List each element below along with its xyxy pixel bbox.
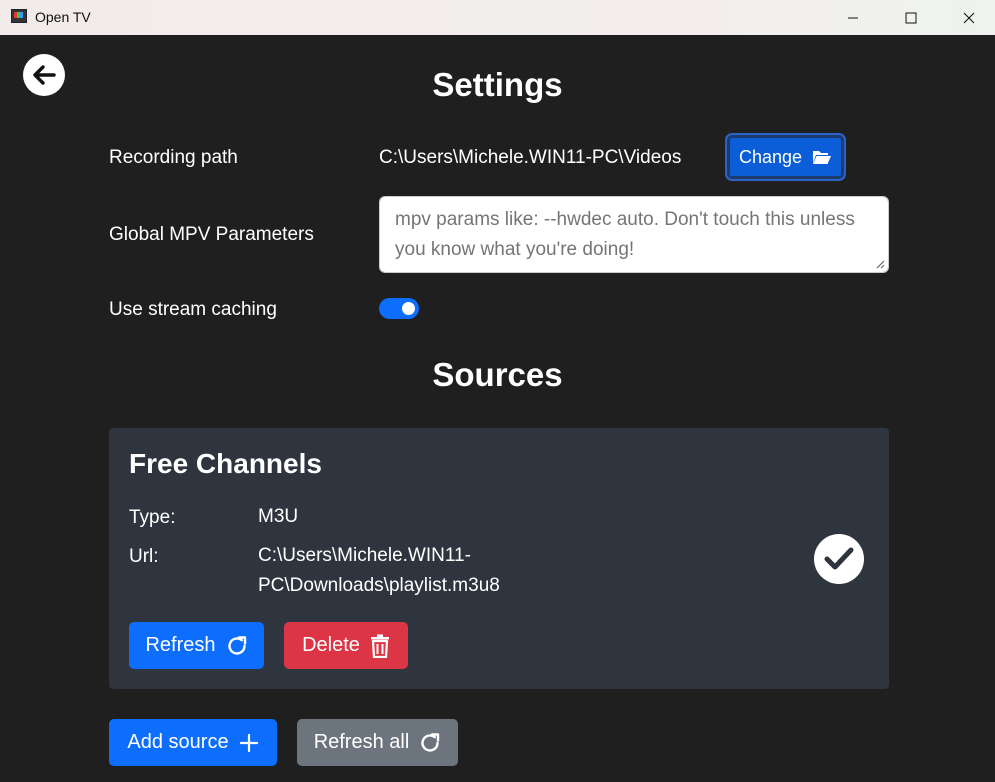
refresh-all-label: Refresh all (313, 731, 410, 753)
app-tv-icon (11, 9, 27, 23)
close-button[interactable] (940, 0, 995, 35)
source-url-label: Url: (129, 546, 159, 567)
recording-path-value: C:\Users\Michele.WIN11-PC\Videos (379, 147, 682, 168)
trash-icon (370, 634, 389, 658)
resize-grip-icon[interactable] (875, 259, 885, 269)
settings-heading: Settings (432, 66, 563, 103)
source-name: Free Channels (129, 448, 322, 479)
mpv-parameters-input[interactable] (379, 196, 889, 273)
change-path-button[interactable]: Change (725, 133, 846, 181)
change-button-label: Change (738, 146, 803, 167)
source-type-label: Type: (129, 507, 176, 528)
plus-icon (239, 733, 258, 752)
delete-source-button[interactable]: Delete (284, 622, 408, 669)
add-source-button[interactable]: Add source (109, 719, 277, 766)
refresh-source-button[interactable]: Refresh (129, 622, 264, 669)
sources-heading: Sources (432, 356, 563, 393)
recording-path-label: Recording path (109, 147, 238, 168)
title-bar: Open TV (0, 0, 995, 35)
window-title: Open TV (35, 9, 91, 25)
checkmark-icon (824, 547, 854, 570)
add-source-label: Add source (127, 731, 229, 753)
refresh-all-button[interactable]: Refresh all (297, 719, 458, 766)
source-type-value: M3U (258, 506, 299, 527)
minimize-button[interactable] (824, 0, 882, 35)
delete-button-label: Delete (302, 634, 360, 656)
maximize-button[interactable] (882, 0, 940, 35)
refresh-button-label: Refresh (145, 634, 216, 656)
source-card: Free Channels Type: M3U Url: C:\Users\Mi… (109, 428, 889, 689)
stream-caching-label: Use stream caching (109, 299, 277, 320)
stream-caching-toggle[interactable] (379, 298, 419, 319)
refresh-icon (421, 732, 440, 752)
source-selected-button[interactable] (814, 534, 864, 584)
close-icon (963, 12, 975, 23)
refresh-icon (227, 635, 246, 655)
maximize-icon (905, 12, 917, 23)
folder-open-icon (813, 151, 832, 164)
minimize-icon (848, 17, 858, 18)
source-url-value: C:\Users\Michele.WIN11-PC\Downloads\play… (258, 545, 500, 596)
mpv-parameters-label: Global MPV Parameters (109, 224, 314, 245)
